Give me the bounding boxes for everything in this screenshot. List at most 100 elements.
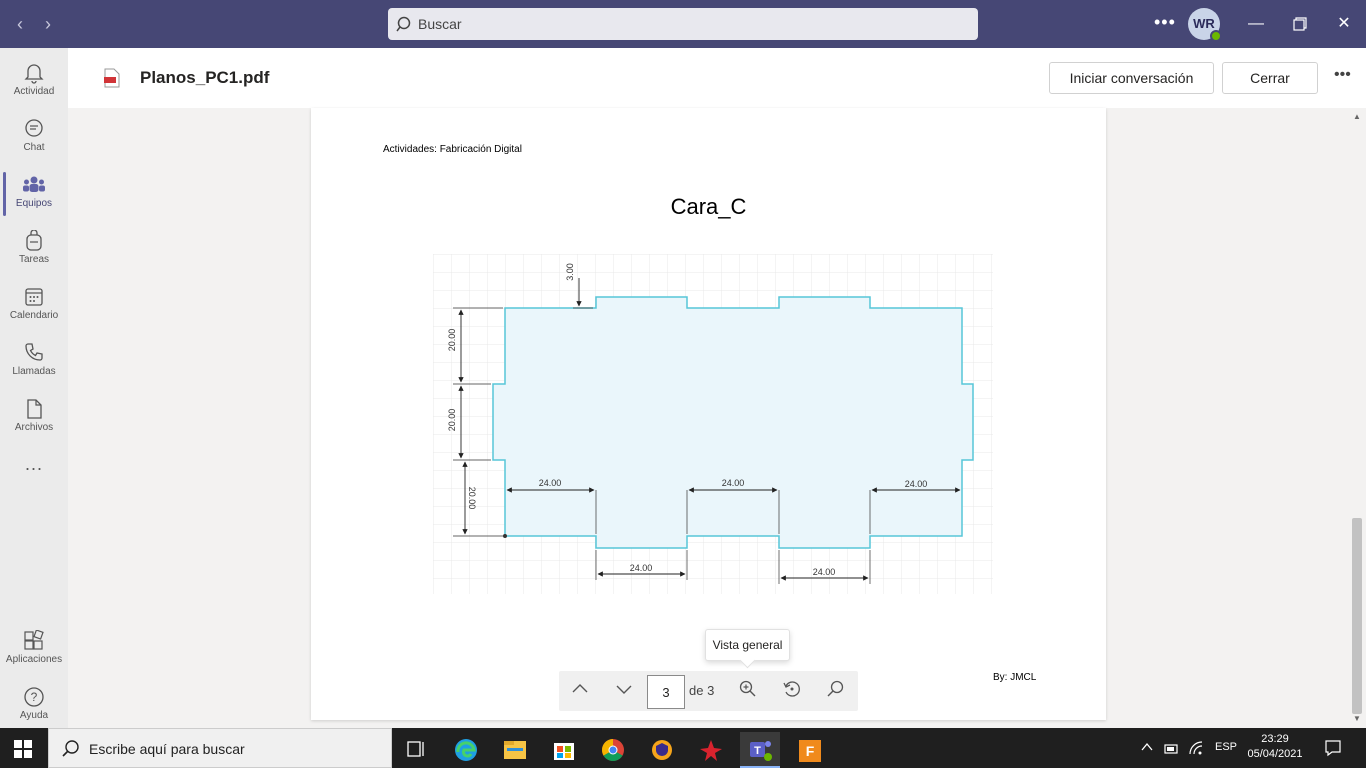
svg-text:T: T — [754, 745, 761, 757]
task-view-icon[interactable] — [396, 732, 436, 768]
chat-icon — [25, 119, 43, 137]
more-options-icon[interactable]: ••• — [1154, 12, 1176, 33]
dim-label-left-3: 20.00 — [467, 487, 477, 510]
search-document-button[interactable] — [823, 679, 849, 703]
rail-item-tareas[interactable]: Tareas — [0, 222, 68, 278]
page-footer-text: By: JMCL — [993, 672, 1037, 683]
zoom-in-button[interactable] — [735, 679, 761, 703]
rail-item-label: Llamadas — [12, 366, 56, 377]
dim-label-bottom-2: 24.00 — [813, 567, 836, 577]
page-title: Cara_C — [670, 194, 747, 219]
rail-item-llamadas[interactable]: Llamadas — [0, 334, 68, 390]
dim-label-left-1: 20.00 — [447, 329, 457, 352]
search-icon — [396, 16, 411, 32]
chrome-browser-icon[interactable] — [593, 732, 633, 768]
avatar-initials: WR — [1193, 16, 1215, 31]
scrollbar-thumb[interactable] — [1352, 518, 1362, 714]
pdf-file-icon — [104, 68, 120, 88]
more-options-icon[interactable]: ••• — [1334, 66, 1351, 84]
show-hidden-icons[interactable] — [1140, 740, 1154, 768]
dim-label-top-notch: 3.00 — [565, 263, 575, 281]
file-explorer-icon[interactable] — [495, 732, 535, 768]
clock-time: 23:29 — [1261, 733, 1289, 745]
file-icon — [27, 399, 42, 419]
battery-icon[interactable] — [1162, 740, 1180, 768]
zoom-in-icon — [739, 680, 756, 697]
search-icon — [62, 740, 79, 757]
bell-icon — [24, 64, 44, 84]
chevron-down-icon — [616, 685, 632, 694]
file-title: Planos_PC1.pdf — [140, 68, 270, 87]
teams-app-icon[interactable]: T — [740, 732, 780, 768]
wifi-icon[interactable] — [1188, 740, 1204, 768]
scroll-down-icon[interactable]: ▼ — [1353, 714, 1361, 723]
help-icon: ? — [24, 687, 44, 707]
security-app-icon[interactable] — [642, 732, 682, 768]
rail-item-label: Actividad — [13, 86, 55, 97]
rail-item-ayuda[interactable]: ? Ayuda — [0, 678, 68, 734]
page-number-input[interactable] — [647, 675, 685, 709]
calendar-icon — [25, 288, 43, 306]
rail-item-equipos[interactable]: Equipos — [0, 166, 68, 222]
pdf-toolbar: de 3 — [559, 671, 858, 711]
dim-label-inner-3: 24.00 — [905, 479, 928, 489]
windows-taskbar: Escribe aquí para buscar T F ESP 23:29 0… — [0, 728, 1366, 768]
rail-item-actividad[interactable]: Actividad — [0, 54, 68, 110]
rail-item-label: Ayuda — [19, 710, 49, 721]
avatar[interactable]: WR — [1188, 8, 1222, 42]
restore-icon[interactable] — [1287, 12, 1313, 36]
next-page-button[interactable] — [611, 679, 637, 703]
search-icon — [827, 680, 844, 697]
windows-start-icon[interactable] — [14, 740, 32, 758]
backpack-icon — [26, 230, 42, 251]
svg-text:?: ? — [31, 690, 38, 704]
rail-item-chat[interactable]: Chat — [0, 110, 68, 166]
edge-browser-icon[interactable] — [446, 732, 486, 768]
chevron-up-icon — [572, 684, 588, 693]
clock-date: 05/04/2021 — [1247, 748, 1303, 760]
back-arrow-icon[interactable]: ‹ — [10, 12, 30, 36]
rail-item-label: Archivos — [14, 422, 54, 433]
minimize-icon[interactable]: — — [1243, 12, 1269, 36]
notifications-icon[interactable] — [1324, 739, 1342, 768]
phone-icon — [25, 343, 43, 361]
dim-label-bottom-1: 24.00 — [630, 563, 653, 573]
taskbar-search[interactable]: Escribe aquí para buscar — [48, 728, 392, 768]
technical-drawing: 3.00 20.00 20.00 20.00 24.00 24.00 24.00… — [433, 254, 993, 594]
rail-item-label: Tareas — [18, 254, 49, 265]
red-app-icon[interactable] — [691, 732, 731, 768]
clock[interactable]: 23:29 05/04/2021 — [1240, 732, 1310, 762]
scroll-up-icon[interactable]: ▲ — [1353, 112, 1361, 121]
microsoft-store-icon[interactable] — [544, 732, 584, 768]
rail-item-calendario[interactable]: Calendario — [0, 278, 68, 334]
fusion-app-icon[interactable]: F — [790, 732, 830, 768]
rail-item-aplicaciones[interactable]: Aplicaciones — [0, 622, 68, 678]
rail-item-label: Chat — [23, 142, 45, 153]
rail-item-archivos[interactable]: Archivos — [0, 390, 68, 446]
start-conversation-button[interactable]: Iniciar conversación — [1049, 62, 1214, 94]
taskbar-search-placeholder: Escribe aquí para buscar — [89, 741, 245, 757]
apps-icon — [24, 630, 44, 650]
close-window-icon[interactable]: ✕ — [1331, 12, 1357, 36]
svg-text:F: F — [806, 743, 815, 759]
language-indicator[interactable]: ESP — [1215, 741, 1237, 768]
search-box[interactable]: Buscar — [388, 8, 978, 40]
overview-tooltip: Vista general — [705, 629, 790, 661]
file-header: Planos_PC1.pdf Iniciar conversación Cerr… — [68, 48, 1366, 108]
title-bar: ‹ › Buscar ••• WR — ✕ — [0, 0, 1366, 48]
dim-label-inner-2: 24.00 — [722, 478, 745, 488]
more-apps-icon[interactable]: ... — [0, 454, 68, 475]
rail-item-label: Calendario — [9, 310, 59, 321]
forward-arrow-icon[interactable]: › — [38, 12, 58, 36]
app-rail: Actividad Chat Equipos Tareas Calendario… — [0, 48, 68, 728]
page-count-label: de 3 — [689, 683, 715, 698]
rotate-button[interactable] — [779, 679, 805, 703]
close-button[interactable]: Cerrar — [1222, 62, 1318, 94]
rail-item-label: Aplicaciones — [5, 654, 63, 665]
dim-label-left-2: 20.00 — [447, 409, 457, 432]
presence-available-icon — [1210, 30, 1222, 42]
page-header-text: Actividades: Fabricación Digital — [383, 144, 522, 155]
vertical-scrollbar[interactable]: ▲ ▼ — [1350, 108, 1366, 728]
rotate-icon — [783, 681, 800, 697]
previous-page-button[interactable] — [567, 679, 593, 703]
